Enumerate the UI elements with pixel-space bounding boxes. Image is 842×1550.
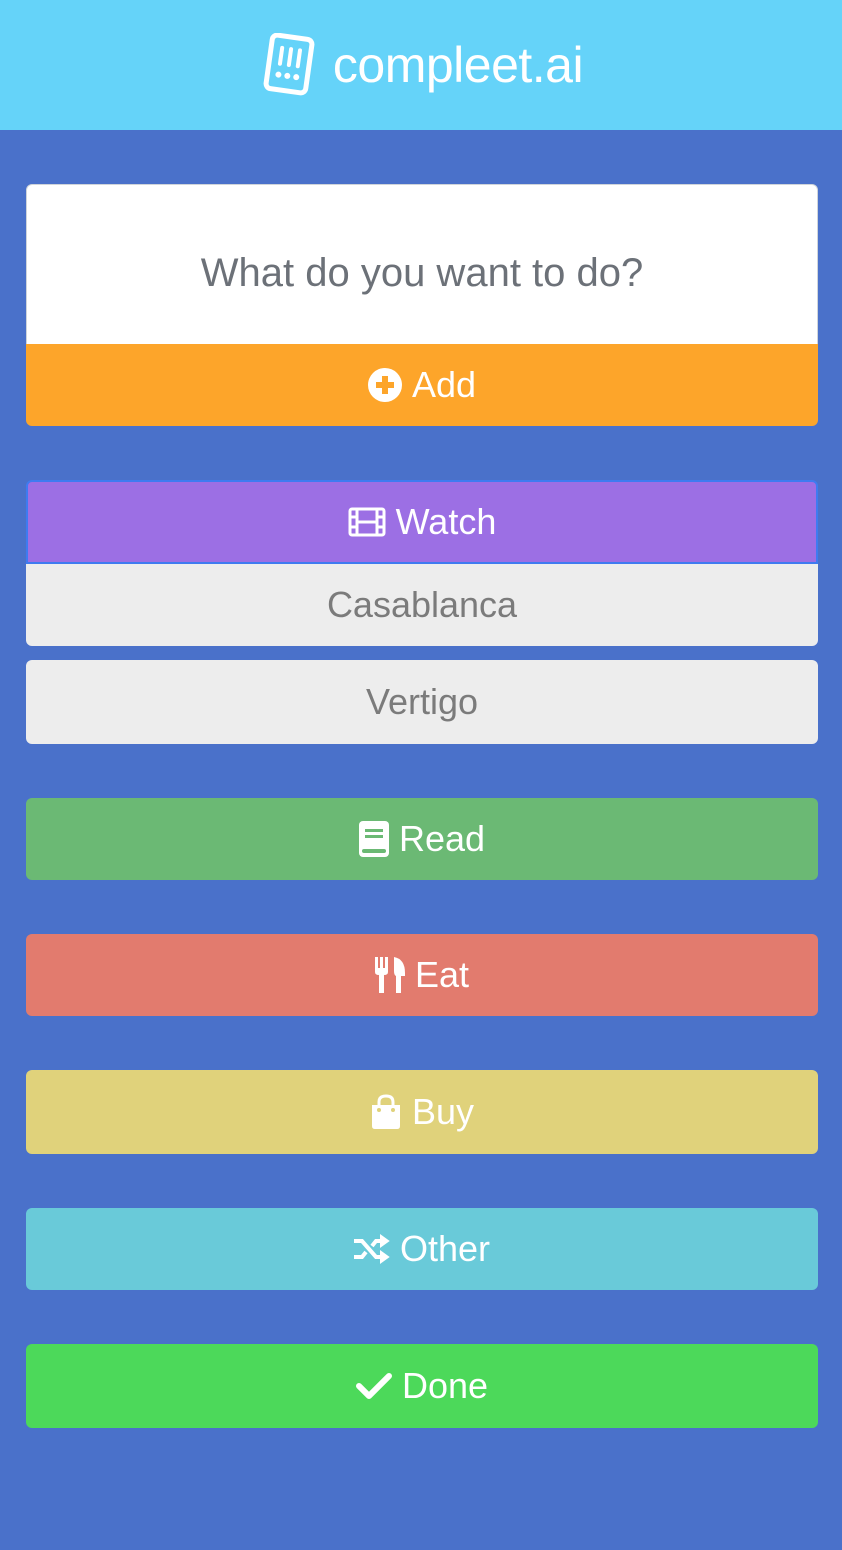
- list-item-label: Casablanca: [326, 584, 518, 625]
- watch-label: Watch: [395, 501, 497, 542]
- utensils-icon: [374, 957, 405, 993]
- shuffle-icon: [353, 1234, 390, 1264]
- list-item[interactable]: Vertigo: [26, 660, 818, 744]
- check-icon: [355, 1372, 392, 1400]
- other-label: Other: [399, 1228, 491, 1269]
- brand[interactable]: compleet.ai: [259, 33, 584, 97]
- list-item-label: Vertigo: [365, 681, 479, 722]
- read-label: Read: [398, 818, 486, 859]
- app-header: compleet.ai: [0, 0, 842, 130]
- add-button-label: Add: [411, 364, 477, 405]
- category-other-button[interactable]: Other: [26, 1208, 818, 1290]
- task-input[interactable]: [26, 184, 818, 346]
- category-eat-button[interactable]: Eat: [26, 934, 818, 1016]
- book-icon: [358, 821, 389, 857]
- category-read-button[interactable]: Read: [26, 798, 818, 880]
- film-icon: [348, 507, 386, 537]
- list-item[interactable]: Casablanca: [26, 564, 818, 646]
- checklist-logo-icon: [259, 33, 319, 97]
- buy-label: Buy: [411, 1091, 475, 1132]
- shopping-bag-icon: [370, 1094, 402, 1130]
- eat-label: Eat: [414, 954, 470, 995]
- done-label: Done: [401, 1365, 489, 1406]
- category-buy-button[interactable]: Buy: [26, 1070, 818, 1154]
- brand-name: compleet.ai: [332, 37, 584, 93]
- add-button[interactable]: Add: [26, 344, 818, 426]
- plus-circle-icon: [367, 368, 402, 402]
- category-watch-button[interactable]: Watch: [26, 480, 818, 564]
- category-done-button[interactable]: Done: [26, 1344, 818, 1428]
